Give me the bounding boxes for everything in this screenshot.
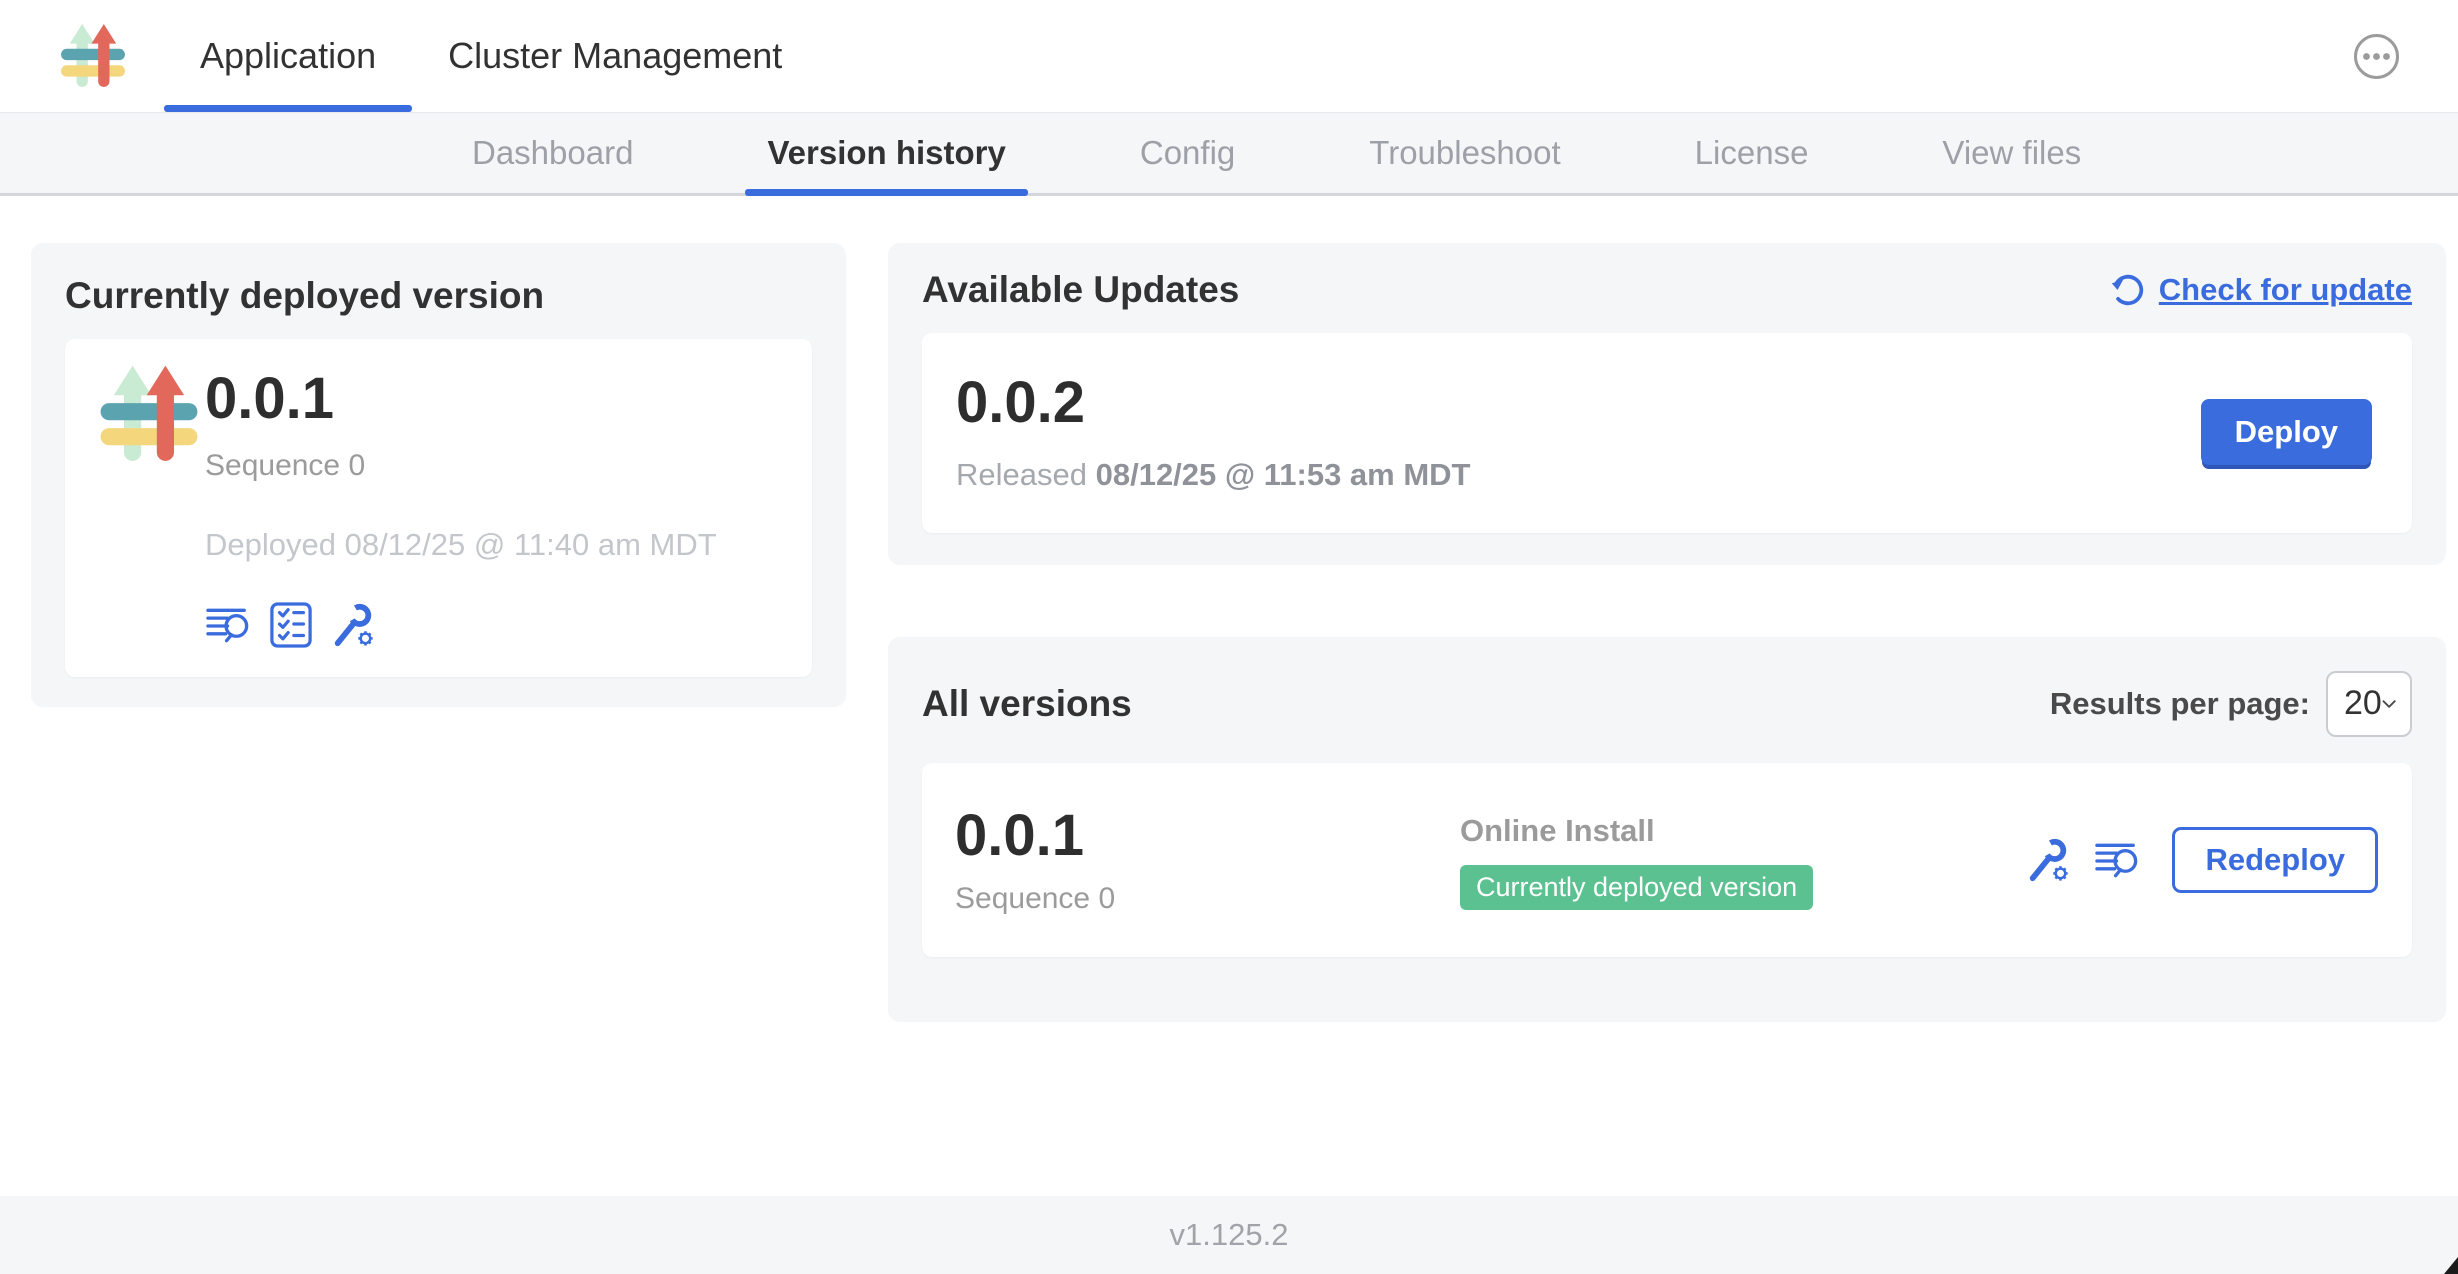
preflight-checks-icon xyxy=(270,602,312,648)
right-column: Available Updates Check for update 0.0.2… xyxy=(888,243,2446,1022)
footer: v1.125.2 xyxy=(0,1196,2458,1274)
row-version-number: 0.0.1 xyxy=(955,804,1460,868)
app-logo xyxy=(99,364,199,474)
redeploy-button[interactable]: Redeploy xyxy=(2172,827,2378,893)
deployed-version-panel: 0.0.1 Sequence 0 Deployed 08/12/25 @ 11:… xyxy=(65,339,812,677)
overflow-menu-button[interactable] xyxy=(2353,33,2400,80)
tab-license[interactable]: License xyxy=(1673,113,1831,193)
refresh-icon xyxy=(2109,271,2147,309)
version-row-status: Online Install Currently deployed versio… xyxy=(1460,809,2024,910)
currently-deployed-card: Currently deployed version 0.0.1 Sequenc… xyxy=(31,243,846,707)
released-prefix: Released xyxy=(956,457,1087,492)
results-per-page-value: 20 xyxy=(2344,684,2382,723)
tab-cluster-management-label: Cluster Management xyxy=(448,35,782,77)
tab-dashboard-label: Dashboard xyxy=(472,134,633,172)
edit-config-button[interactable] xyxy=(2024,836,2072,884)
version-row-info: 0.0.1 Sequence 0 xyxy=(955,804,1460,916)
release-notes-button[interactable] xyxy=(205,601,253,649)
app-section-tabs: Dashboard Version history Config Trouble… xyxy=(0,113,2458,196)
deployed-version-number: 0.0.1 xyxy=(205,367,717,431)
tab-application-label: Application xyxy=(200,35,376,77)
row-sequence: Sequence 0 xyxy=(955,882,1460,916)
tab-config-label: Config xyxy=(1140,134,1235,172)
preflight-checks-button[interactable] xyxy=(267,601,315,649)
release-notes-icon xyxy=(2095,838,2142,882)
install-type-label: Online Install xyxy=(1460,813,2024,849)
tab-application[interactable]: Application xyxy=(164,0,412,112)
all-versions-title: All versions xyxy=(922,683,1132,725)
currently-deployed-badge: Currently deployed version xyxy=(1460,865,1813,910)
tab-version-history-label: Version history xyxy=(767,134,1005,172)
all-versions-header: All versions Results per page: 20 xyxy=(922,671,2412,737)
tab-dashboard[interactable]: Dashboard xyxy=(450,113,655,193)
check-for-update-label: Check for update xyxy=(2159,272,2412,308)
all-versions-card: All versions Results per page: 20 0.0.1 … xyxy=(888,637,2446,1022)
results-per-page-label: Results per page: xyxy=(2050,686,2310,722)
available-updates-title: Available Updates xyxy=(922,269,1239,311)
tab-config[interactable]: Config xyxy=(1118,113,1257,193)
available-updates-header: Available Updates Check for update xyxy=(922,269,2412,311)
edit-config-button[interactable] xyxy=(329,601,377,649)
deployed-date: Deployed 08/12/25 @ 11:40 am MDT xyxy=(205,527,717,563)
results-per-page-select[interactable]: 20 xyxy=(2326,671,2412,737)
tab-view-files[interactable]: View files xyxy=(1920,113,2103,193)
app-logo-arrows-icon xyxy=(60,23,126,89)
results-per-page: Results per page: 20 xyxy=(2050,671,2412,737)
version-row-actions: Redeploy xyxy=(2024,827,2378,893)
tab-version-history[interactable]: Version history xyxy=(745,113,1027,193)
wrench-gear-icon xyxy=(330,602,376,648)
tab-cluster-management[interactable]: Cluster Management xyxy=(412,0,818,112)
app-logo xyxy=(60,15,126,97)
wrench-gear-icon xyxy=(2025,837,2071,883)
version-row: 0.0.1 Sequence 0 Online Install Currentl… xyxy=(922,763,2412,957)
released-date: 08/12/25 @ 11:53 am MDT xyxy=(1096,457,1471,492)
chevron-down-icon xyxy=(2382,697,2396,711)
release-notes-icon xyxy=(206,603,253,647)
top-bar: Application Cluster Management xyxy=(0,0,2458,113)
tab-view-files-label: View files xyxy=(1942,134,2081,172)
check-for-update-link[interactable]: Check for update xyxy=(2109,271,2412,309)
main-content: Currently deployed version 0.0.1 Sequenc… xyxy=(0,196,2458,1196)
primary-tabs: Application Cluster Management xyxy=(164,0,818,112)
tab-troubleshoot-label: Troubleshoot xyxy=(1369,134,1560,172)
update-info: 0.0.2 Released 08/12/25 @ 11:53 am MDT xyxy=(956,371,1471,493)
ellipsis-menu-icon xyxy=(2353,33,2400,80)
tab-license-label: License xyxy=(1695,134,1809,172)
tab-troubleshoot[interactable]: Troubleshoot xyxy=(1347,113,1582,193)
app-logo-arrows-icon xyxy=(99,364,199,464)
update-released-line: Released 08/12/25 @ 11:53 am MDT xyxy=(956,457,1471,493)
update-row: 0.0.2 Released 08/12/25 @ 11:53 am MDT D… xyxy=(922,333,2412,533)
deploy-button[interactable]: Deploy xyxy=(2201,399,2372,465)
release-notes-button[interactable] xyxy=(2094,836,2142,884)
console-version: v1.125.2 xyxy=(1170,1217,1289,1253)
update-version-number: 0.0.2 xyxy=(956,371,1471,435)
deployed-version-info: 0.0.1 Sequence 0 Deployed 08/12/25 @ 11:… xyxy=(205,359,717,649)
available-updates-card: Available Updates Check for update 0.0.2… xyxy=(888,243,2446,565)
currently-deployed-title: Currently deployed version xyxy=(65,275,812,317)
deployed-actions xyxy=(205,601,717,649)
deployed-sequence: Sequence 0 xyxy=(205,449,717,483)
